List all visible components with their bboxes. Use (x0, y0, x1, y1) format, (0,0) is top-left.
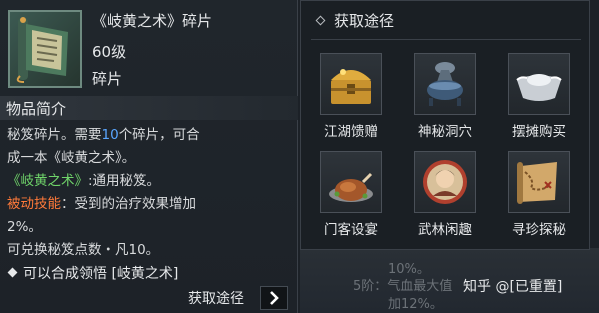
diamond-bullet-icon (7, 267, 18, 278)
description-text: 个碎片，可合 (118, 127, 200, 143)
source-treasure-hunt[interactable]: 寻珍探秘 (499, 151, 583, 241)
description-line: 2%。 (7, 219, 42, 235)
source-tile[interactable] (320, 151, 382, 213)
item-info-panel: 《岐黄之术》碎片 60级 碎片 物品简介 秘笈碎片。需要10个碎片，可合 成一本… (0, 0, 298, 313)
source-label: 江湖馈赠 (324, 124, 378, 140)
acquire-source-label: 获取途径 (188, 291, 244, 307)
source-label: 门客设宴 (324, 222, 378, 238)
acquire-panel: 获取途径 江湖馈赠 神秘洞穴 摆摊购买 门客设宴 武林闲趣 寻珍探秘 (300, 0, 590, 250)
source-wulin-leisure[interactable]: 武林闲趣 (405, 151, 489, 241)
description-text: :通用秘笈。 (88, 173, 161, 189)
scroll-icon (16, 17, 68, 83)
source-label: 摆摊购买 (512, 124, 566, 140)
cauldron-icon (427, 62, 463, 106)
source-stall-purchase[interactable]: 摆摊购买 (499, 53, 583, 143)
intro-section-header: 物品简介 (0, 96, 298, 120)
description-line: 可兑换秘笈点数・凡10。 (7, 242, 160, 258)
character-portrait-icon (423, 160, 467, 204)
source-label: 寻珍探秘 (512, 222, 566, 238)
description-text: ：受到的治疗效果增加 (61, 196, 196, 212)
description-line: 秘笈碎片。需要10个碎片，可合 (7, 124, 292, 147)
combine-hint: 可以合成领悟 [岐黄之术] (7, 263, 178, 283)
background-text-line: 加12%。 (388, 297, 443, 312)
background-text-line: 5阶：气血最大值 (353, 279, 453, 294)
fragment-count: 10 (101, 127, 119, 143)
passive-skill-label: 被动技能 (7, 196, 61, 212)
source-tile[interactable] (414, 151, 476, 213)
source-jianghu-gift[interactable]: 江湖馈赠 (311, 53, 395, 143)
description-text: 秘笈碎片。需要 (7, 127, 102, 143)
item-description: 秘笈碎片。需要10个碎片，可合 成一本《岐黄之术》。 《岐黄之术》:通用秘笈。 … (7, 124, 292, 262)
source-guest-banquet[interactable]: 门客设宴 (311, 151, 395, 241)
acquire-source-button[interactable]: 获取途径 (188, 286, 292, 310)
item-type: 碎片 (92, 70, 123, 88)
intro-heading: 物品简介 (6, 100, 67, 118)
source-tile[interactable] (508, 151, 570, 213)
acquire-title-text: 获取途径 (334, 12, 395, 30)
roast-dish-icon (329, 172, 373, 202)
source-tile[interactable] (414, 53, 476, 115)
source-tile[interactable] (320, 53, 382, 115)
diamond-outline-icon (315, 15, 326, 26)
acquire-panel-title: 获取途径 (315, 10, 394, 31)
treasure-chest-icon (331, 69, 371, 104)
book-name-link: 《岐黄之术》 (7, 173, 88, 189)
item-title: 《岐黄之术》碎片 (92, 12, 213, 30)
divider (311, 39, 581, 40)
source-mystery-cave[interactable]: 神秘洞穴 (405, 53, 489, 143)
description-line: 成一本《岐黄之术》。 (7, 150, 136, 166)
source-label: 武林闲趣 (418, 222, 472, 238)
source-tile[interactable] (508, 53, 570, 115)
combine-text: 可以合成领悟 [岐黄之术] (23, 266, 179, 282)
silver-ingot-icon (516, 74, 562, 101)
source-label: 神秘洞穴 (418, 124, 472, 140)
item-icon-frame[interactable] (8, 10, 82, 88)
chevron-right-icon[interactable] (260, 286, 288, 310)
description-line: 被动技能：受到的治疗效果增加 (7, 193, 292, 216)
description-line: 《岐黄之术》:通用秘笈。 (7, 170, 292, 193)
treasure-map-icon (517, 162, 557, 204)
item-level: 60级 (92, 43, 127, 61)
watermark: 知乎 @[已重置] (463, 279, 563, 295)
